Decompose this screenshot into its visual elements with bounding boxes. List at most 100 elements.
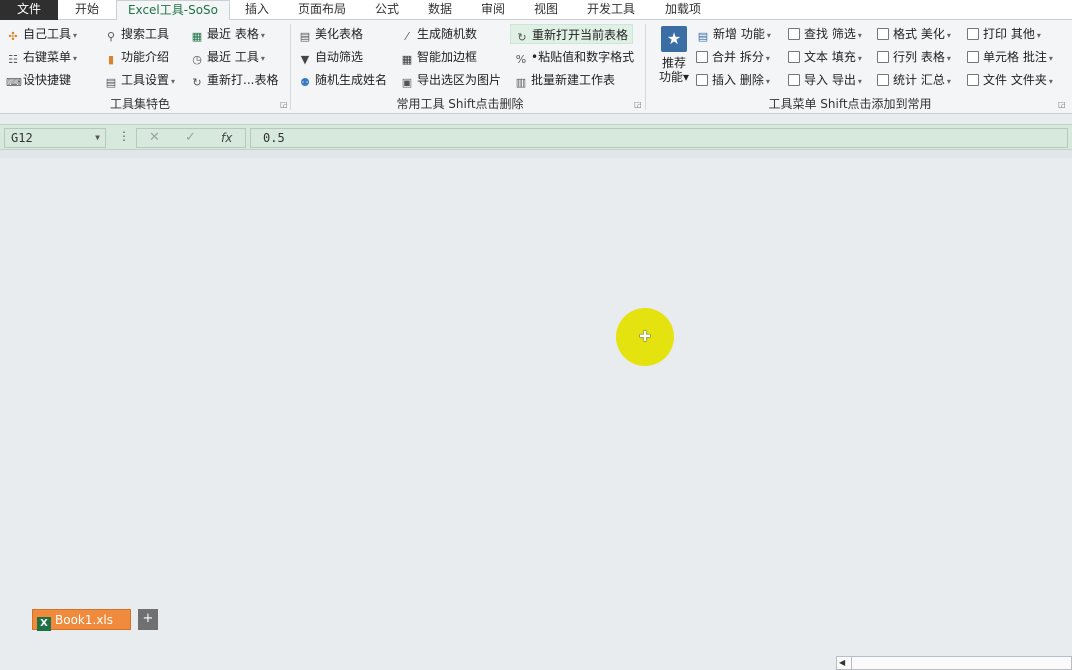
- recent-tools-label: 最近 工具: [207, 50, 259, 64]
- tool-settings-label: 工具设置: [121, 73, 170, 87]
- print-other-button[interactable]: 打印 其他 ▾: [967, 24, 1041, 44]
- paste-values-button[interactable]: % •粘贴值和数字格式: [514, 47, 634, 67]
- set-shortcut-label: 设快捷键: [23, 73, 72, 87]
- insert-delete-button[interactable]: 插入 删除 ▾: [696, 70, 770, 90]
- chevron-down-icon: ▾: [946, 31, 951, 40]
- chevron-down-icon: ▾: [766, 31, 771, 40]
- folder-icon: [788, 28, 800, 40]
- search-tools-button[interactable]: ⚲ 搜索工具: [104, 24, 169, 44]
- feature-intro-button[interactable]: ▮ 功能介绍: [104, 47, 169, 67]
- group-label-common-tools: 常用工具 Shift点击删除: [396, 97, 524, 111]
- reopen-current-table-button[interactable]: ↻ 重新打开当前表格: [510, 24, 634, 44]
- folder-icon: [877, 28, 889, 40]
- formula-input[interactable]: 0.5: [250, 128, 1068, 148]
- formula-bar-divider: [0, 150, 1072, 158]
- set-shortcut-button[interactable]: ⌨设快捷键: [6, 70, 71, 90]
- right-click-menu-button[interactable]: ☷ 右键菜单 ▾: [6, 47, 77, 67]
- folder-icon: [877, 74, 889, 86]
- merge-split-button[interactable]: 合并 拆分 ▾: [696, 47, 770, 67]
- auto-filter-button[interactable]: ▼ 自动筛选: [298, 47, 363, 67]
- tab-formulas[interactable]: 公式: [362, 0, 412, 20]
- format-beautify-button[interactable]: 格式 美化 ▾: [877, 24, 951, 44]
- export-image-label: 导出选区为图片: [417, 73, 502, 87]
- tool-settings-button[interactable]: ▤ 工具设置 ▾: [104, 70, 175, 90]
- percent-icon: %: [515, 53, 527, 66]
- tab-view[interactable]: 视图: [520, 0, 572, 20]
- tab-data[interactable]: 数据: [414, 0, 466, 20]
- find-filter-label: 查找 筛选: [804, 27, 856, 41]
- random-names-button[interactable]: ⚉ 随机生成姓名: [298, 70, 387, 90]
- chevron-down-icon: ▾: [73, 54, 78, 63]
- tab-developer[interactable]: 开发工具: [576, 0, 646, 20]
- chevron-down-icon: ▾: [171, 77, 176, 86]
- tab-insert[interactable]: 插入: [232, 0, 282, 20]
- export-image-button[interactable]: ▣ 导出选区为图片: [400, 70, 501, 90]
- excel-icon: X: [37, 617, 51, 631]
- workbook-tab[interactable]: X Book1.xls: [32, 609, 131, 631]
- tab-page-layout[interactable]: 页面布局: [284, 0, 360, 20]
- confirm-icon[interactable]: ✓: [185, 129, 196, 147]
- scroll-left-icon[interactable]: ◀: [839, 657, 845, 669]
- insert-function-icon[interactable]: fx: [221, 129, 232, 147]
- chevron-down-icon: ▾: [1048, 77, 1053, 86]
- add-icon: ▤: [697, 30, 709, 43]
- recent-tools-button[interactable]: ◷ 最近 工具 ▾: [190, 47, 265, 67]
- recommended-label-line2: 功能: [658, 70, 683, 84]
- workbook-name: Book1.xls: [55, 613, 114, 627]
- file-folder-button[interactable]: 文件 文件夹 ▾: [967, 70, 1053, 90]
- refresh-icon: ↻: [517, 31, 527, 44]
- dialog-launcher-icon[interactable]: ◲: [634, 100, 642, 109]
- cancel-icon[interactable]: ✕: [149, 129, 160, 147]
- tab-addins[interactable]: 加载项: [650, 0, 716, 20]
- recent-tables-button[interactable]: ▦ 最近 表格 ▾: [190, 24, 265, 44]
- beautify-table-button[interactable]: ▤ 美化表格: [298, 24, 363, 44]
- reopen-table-button[interactable]: ↻ 重新打...表格: [190, 70, 278, 90]
- file-folder-label: 文件 文件夹: [983, 73, 1047, 87]
- smart-border-button[interactable]: ▦ 智能加边框: [400, 47, 477, 67]
- folder-icon: [877, 51, 889, 63]
- refresh-icon: ↻: [192, 76, 202, 89]
- text-fill-button[interactable]: 文本 填充 ▾: [788, 47, 862, 67]
- insert-delete-label: 插入 删除: [712, 73, 764, 87]
- dialog-launcher-icon[interactable]: ◲: [1058, 100, 1066, 109]
- group-divider: [290, 24, 291, 110]
- chevron-down-icon: ▾: [857, 77, 862, 86]
- find-filter-button[interactable]: 查找 筛选 ▾: [788, 24, 862, 44]
- dots-icon: ✣: [8, 30, 18, 43]
- chevron-down-icon: ▾: [1036, 31, 1041, 40]
- more-options-icon[interactable]: ⋮: [118, 129, 130, 143]
- dialog-launcher-icon[interactable]: ◲: [280, 100, 288, 109]
- my-tools-button[interactable]: ✣ 自己工具 ▾: [6, 24, 77, 44]
- name-box[interactable]: G12 ▼: [4, 128, 106, 148]
- recommended-features-button[interactable]: ★ 推荐 功能▾: [654, 26, 694, 92]
- tab-review[interactable]: 审阅: [468, 0, 518, 20]
- chevron-down-icon: ▾: [765, 77, 770, 86]
- border-grid-icon: ▦: [401, 53, 413, 66]
- chevron-down-icon[interactable]: ▼: [95, 129, 100, 147]
- batch-new-sheets-button[interactable]: ▥ 批量新建工作表: [514, 70, 615, 90]
- folder-icon: [967, 74, 979, 86]
- recent-tables-label: 最近 表格: [207, 27, 259, 41]
- import-export-button[interactable]: 导入 导出 ▾: [788, 70, 862, 90]
- chevron-down-icon: ▾: [946, 54, 951, 63]
- filter-icon: ▼: [300, 53, 310, 66]
- text-fill-label: 文本 填充: [804, 50, 856, 64]
- random-number-button[interactable]: ⁄ 生成随机数: [400, 24, 477, 44]
- rows-columns-table-button[interactable]: 行列 表格 ▾: [877, 47, 951, 67]
- statistics-summary-button[interactable]: 统计 汇总 ▾: [877, 70, 951, 90]
- statistics-summary-label: 统计 汇总: [893, 73, 945, 87]
- horizontal-scrollbar[interactable]: ◀: [836, 656, 1072, 670]
- sheets-grid-icon: ▥: [515, 76, 527, 89]
- group-label-features: 工具集特色: [109, 97, 170, 111]
- formula-bar: G12 ▼ ⋮ ✕ ✓ fx 0.5: [0, 124, 1072, 150]
- cell-comment-button[interactable]: 单元格 批注 ▾: [967, 47, 1053, 67]
- smart-border-label: 智能加边框: [417, 50, 478, 64]
- clock-icon: ◷: [192, 53, 202, 66]
- import-export-label: 导入 导出: [804, 73, 856, 87]
- feature-intro-label: 功能介绍: [121, 50, 170, 64]
- tab-excel-tools-soso[interactable]: Excel工具-SoSo: [116, 0, 230, 21]
- add-feature-button[interactable]: ▤ 新增 功能 ▾: [696, 24, 771, 44]
- tab-file[interactable]: 文件: [0, 0, 58, 20]
- add-workbook-button[interactable]: +: [138, 609, 158, 630]
- tab-home[interactable]: 开始: [60, 0, 114, 20]
